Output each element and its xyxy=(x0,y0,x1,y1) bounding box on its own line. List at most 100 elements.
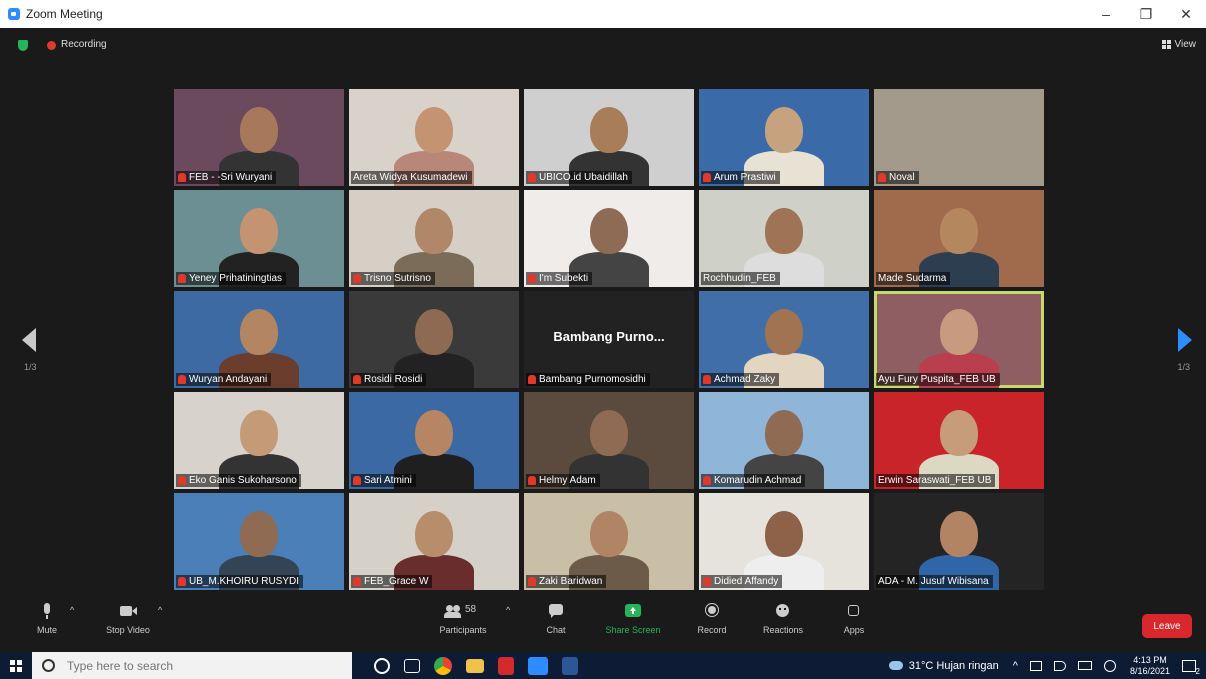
apps-icon xyxy=(844,603,864,619)
participant-video-tile[interactable]: UB_M.KHOIRU RUSYDI xyxy=(174,493,344,590)
close-button[interactable]: ✕ xyxy=(1166,0,1206,28)
security-shield-icon[interactable] xyxy=(18,40,28,51)
chat-button[interactable]: Chat xyxy=(521,603,591,635)
volume-icon[interactable] xyxy=(1053,660,1066,671)
participant-face xyxy=(415,511,453,557)
participant-face xyxy=(240,511,278,557)
word-icon[interactable] xyxy=(562,656,578,675)
video-options-caret-icon[interactable]: ^ xyxy=(158,605,162,615)
stop-video-button[interactable]: Stop Video xyxy=(93,603,163,635)
taskbar-search[interactable] xyxy=(32,652,352,679)
participant-name: FEB_Grace W xyxy=(364,576,429,587)
participant-video-tile[interactable]: Areta Widya Kusumadewi xyxy=(349,89,519,186)
participant-video-tile[interactable]: Made Sudarma xyxy=(874,190,1044,287)
participant-name-label: UBICO.id Ubaidillah xyxy=(526,171,632,184)
participant-name-label: Sari Atmini xyxy=(351,474,416,487)
apps-button[interactable]: Apps xyxy=(819,603,889,635)
participant-face xyxy=(590,107,628,153)
participant-name: ADA - M. Jusuf Wibisana xyxy=(878,576,989,587)
participant-video-tile[interactable]: Sari Atmini xyxy=(349,392,519,489)
participant-face xyxy=(765,309,803,355)
participant-video-tile[interactable]: Trisno Sutrisno xyxy=(349,190,519,287)
restore-button[interactable]: ❐ xyxy=(1126,0,1166,28)
participant-video-tile[interactable]: FEB_Grace W xyxy=(349,493,519,590)
chevron-up-icon[interactable]: ^ xyxy=(1013,660,1018,672)
participant-video-tile[interactable]: Komarudin Achmad xyxy=(699,392,869,489)
participant-video-tile[interactable]: Ayu Fury Puspita_FEB UB xyxy=(874,291,1044,388)
grid-view-icon xyxy=(1161,40,1171,49)
record-button[interactable]: Record xyxy=(677,603,747,635)
participant-face xyxy=(240,107,278,153)
windows-taskbar: 31°C Hujan ringan ^ 4:13 PM 8/16/2021 2 xyxy=(0,652,1206,679)
participant-name-label: Didied Affandy xyxy=(701,575,783,588)
participant-name: Made Sudarma xyxy=(878,273,947,284)
participants-count: 58 xyxy=(465,604,477,615)
prev-page-arrow-icon[interactable] xyxy=(22,328,36,352)
weather-widget[interactable]: 31°C Hujan ringan xyxy=(888,660,999,672)
participant-name-label: Wuryan Andayani xyxy=(176,373,272,386)
reactions-button[interactable]: Reactions xyxy=(748,603,818,635)
muted-microphone-icon xyxy=(353,375,361,384)
participant-face xyxy=(590,410,628,456)
participant-face xyxy=(765,511,803,557)
participant-video-tile[interactable]: Wuryan Andayani xyxy=(174,291,344,388)
zoom-app-icon xyxy=(8,8,20,20)
participant-video-tile[interactable]: FEB - -Sri Wuryani xyxy=(174,89,344,186)
participant-video-tile[interactable]: Noval xyxy=(874,89,1044,186)
view-label: View xyxy=(1174,39,1197,50)
participant-face xyxy=(240,410,278,456)
file-explorer-icon[interactable] xyxy=(466,658,484,673)
battery-icon[interactable] xyxy=(1077,661,1092,670)
participant-name: Zaki Baridwan xyxy=(539,576,603,587)
minimize-button[interactable]: – xyxy=(1086,0,1126,28)
search-icon xyxy=(42,659,55,672)
participant-video-tile[interactable]: Arum Prastiwi xyxy=(699,89,869,186)
clock[interactable]: 4:13 PM 8/16/2021 xyxy=(1130,655,1170,677)
participant-video-tile[interactable]: Eko Ganis Sukoharsono xyxy=(174,392,344,489)
task-view-icon[interactable] xyxy=(404,658,420,673)
search-input[interactable] xyxy=(65,657,329,674)
record-icon xyxy=(702,603,722,619)
chrome-icon[interactable] xyxy=(434,656,452,675)
participant-name: Areta Widya Kusumadewi xyxy=(353,172,468,183)
participant-name-label: Trisno Sutrisno xyxy=(351,272,435,285)
participant-video-tile[interactable]: ADA - M. Jusuf Wibisana xyxy=(874,493,1044,590)
participant-video-tile[interactable]: Erwin Saraswati_FEB UB xyxy=(874,392,1044,489)
participant-name: Didied Affandy xyxy=(714,576,779,587)
next-page-arrow-icon[interactable] xyxy=(1178,328,1192,352)
cortana-icon[interactable] xyxy=(374,657,390,674)
participant-name-label: Achmad Zaky xyxy=(701,373,780,386)
participant-name: Eko Ganis Sukoharsono xyxy=(189,475,297,486)
recording-label[interactable]: Recording xyxy=(61,39,107,50)
participant-face xyxy=(415,208,453,254)
participant-video-tile[interactable]: Helmy Adam xyxy=(524,392,694,489)
participant-video-tile[interactable]: Rochhudin_FEB xyxy=(699,190,869,287)
meeting-toolbar: Mute ^ Stop Video ^ 58 Participants ^ Ch… xyxy=(0,597,1206,652)
network-icon[interactable] xyxy=(1029,660,1042,671)
zoom-taskbar-icon[interactable] xyxy=(528,656,548,675)
participant-name: UBICO.id Ubaidillah xyxy=(539,172,628,183)
muted-microphone-icon xyxy=(528,375,536,384)
participant-name: Sari Atmini xyxy=(364,475,412,486)
share-screen-button[interactable]: Share Screen xyxy=(598,603,668,635)
participant-video-tile[interactable]: Bambang Purno... Bambang Purnomosidhi xyxy=(524,291,694,388)
participant-video-tile[interactable]: Yeney Prihatiningtias xyxy=(174,190,344,287)
participant-video-tile[interactable]: Zaki Baridwan xyxy=(524,493,694,590)
participant-name: Rosidi Rosidi xyxy=(364,374,423,385)
leave-button[interactable]: Leave xyxy=(1142,614,1192,638)
muted-microphone-icon xyxy=(178,476,186,485)
notifications-icon[interactable]: 2 xyxy=(1180,658,1200,676)
participant-video-tile[interactable]: Rosidi Rosidi xyxy=(349,291,519,388)
participants-caret-icon[interactable]: ^ xyxy=(506,605,510,615)
participant-video-tile[interactable]: Achmad Zaky xyxy=(699,291,869,388)
pen-icon[interactable] xyxy=(1103,659,1116,672)
acrobat-icon[interactable] xyxy=(498,656,514,675)
start-button[interactable] xyxy=(0,652,32,679)
participant-video-tile[interactable]: Didied Affandy xyxy=(699,493,869,590)
participant-video-tile[interactable]: I'm Subekti xyxy=(524,190,694,287)
participants-button[interactable]: 58 Participants xyxy=(428,603,498,635)
participant-name-label: ADA - M. Jusuf Wibisana xyxy=(876,575,993,588)
participant-video-tile[interactable]: UBICO.id Ubaidillah xyxy=(524,89,694,186)
mute-options-caret-icon[interactable]: ^ xyxy=(70,605,74,615)
view-button[interactable]: View xyxy=(1161,39,1197,50)
